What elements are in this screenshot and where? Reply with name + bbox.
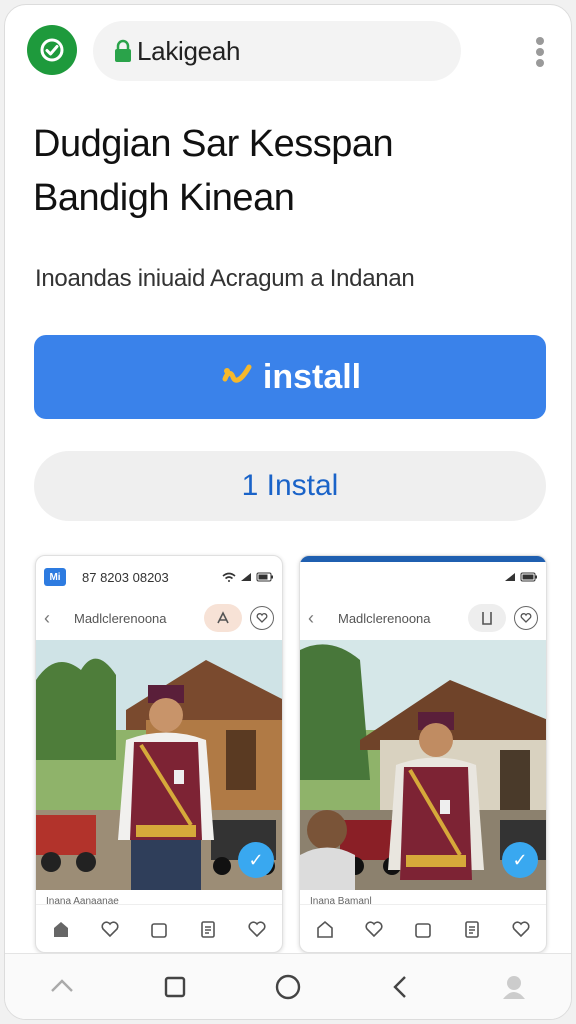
list-icon (465, 920, 479, 938)
address-bar[interactable]: Lakigeah (93, 21, 461, 81)
app-logo-icon: Mi (44, 568, 66, 586)
instal-secondary-label: 1 Instal (241, 469, 339, 502)
system-navigation-bar (5, 953, 571, 1019)
url-text: Lakigeah (137, 35, 241, 66)
recents-square-icon[interactable] (159, 971, 191, 1003)
nav-title: Madlclerenoona (74, 610, 167, 626)
signal-icon (505, 573, 515, 581)
heart-icon (514, 606, 538, 630)
screenshot-nav-row: ‹ Madlclerenoona (36, 598, 282, 638)
screenshot-tab-bar (300, 904, 546, 952)
home-circle-icon[interactable] (272, 971, 304, 1003)
page-title: Dudgian Sar Kesspan Bandigh Kinean (33, 117, 553, 225)
village-photo: ✓ (300, 640, 546, 890)
screenshot-tab-bar (36, 904, 282, 952)
nav-title: Madlclerenoona (338, 610, 431, 626)
home-icon (316, 920, 333, 938)
page-subtitle: Inoandas iniuaid Acragum a Indanan (35, 265, 415, 292)
browser-toolbar: Lakigeah (5, 5, 571, 105)
like-icon (365, 920, 383, 937)
more-vert-icon[interactable] (535, 37, 545, 67)
wifi-icon (222, 572, 236, 582)
app-frame: Lakigeah Dudgian Sar Kesspan Bandigh Kin… (4, 4, 572, 1020)
copy-icon (468, 604, 506, 632)
install-button-label: install (262, 357, 362, 396)
screenshot-status-bar: Mi 87 8203 08203 (36, 556, 282, 598)
signal-icon (241, 573, 251, 581)
assistant-icon[interactable] (498, 971, 530, 1003)
bag-icon (415, 922, 431, 938)
install-button[interactable]: install (34, 335, 546, 419)
like-icon (101, 920, 119, 937)
instal-secondary-button[interactable]: 1 Instal (34, 451, 546, 521)
app-screenshot-2[interactable]: ‹ Madlclerenoona ✓ Inana Bamanl (299, 555, 547, 953)
chevron-up-icon[interactable] (46, 971, 78, 1003)
back-chevron-icon[interactable] (385, 971, 417, 1003)
check-icon[interactable] (27, 25, 77, 75)
back-arrow-icon: ‹ (308, 607, 314, 628)
screenshot-status-bar (300, 556, 546, 598)
screenshot-nav-row: ‹ Madlclerenoona (300, 598, 546, 638)
battery-icon (256, 572, 273, 582)
bag-icon (151, 922, 167, 938)
status-icons (504, 572, 538, 582)
back-arrow-icon: ‹ (44, 607, 50, 628)
lock-icon (115, 39, 131, 62)
battery-icon (520, 572, 537, 582)
title-line-1: Dudgian Sar Kesspan (33, 123, 394, 165)
check-fab-icon: ✓ (502, 842, 538, 878)
village-photo: ✓ (36, 640, 282, 890)
title-line-2: Bandigh Kinean (33, 177, 295, 219)
heart-tab-icon (512, 920, 530, 937)
status-time: 87 8203 08203 (82, 569, 169, 585)
app-screenshot-1[interactable]: Mi 87 8203 08203 ‹ Madlclerenoona ✓ Inan… (35, 555, 283, 953)
status-icons (222, 572, 274, 582)
home-icon (53, 921, 68, 937)
heart-tab-icon (248, 920, 266, 937)
list-icon (201, 920, 215, 938)
wand-icon (222, 364, 252, 383)
check-fab-icon: ✓ (238, 842, 274, 878)
share-icon (204, 604, 242, 632)
heart-icon (250, 606, 274, 630)
